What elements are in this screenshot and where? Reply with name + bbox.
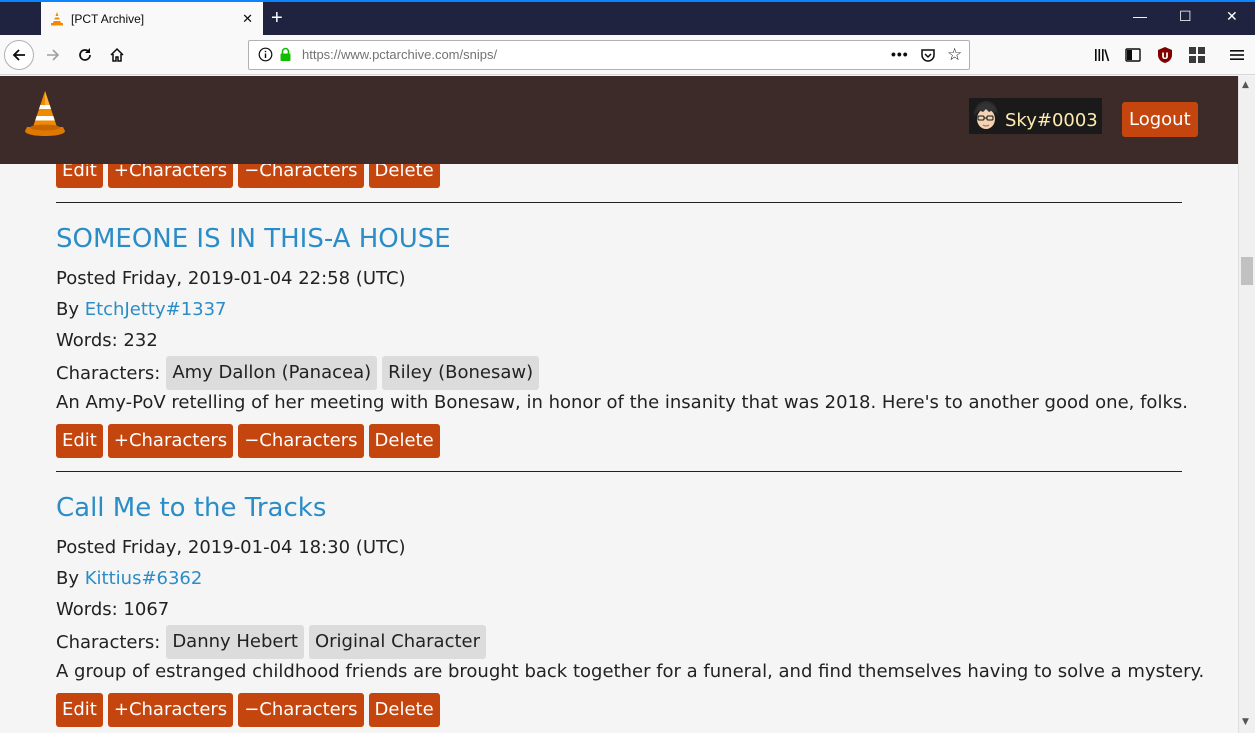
tab-title: [PCT Archive] (71, 11, 145, 26)
tab-close-icon[interactable]: ✕ (242, 11, 253, 27)
hamburger-menu-icon[interactable] (1228, 46, 1246, 64)
logout-button[interactable]: Logout (1122, 102, 1198, 137)
svg-text:U: U (1161, 52, 1168, 62)
characters-label: Characters: (56, 631, 161, 653)
remove-characters-button[interactable]: −Characters (238, 424, 364, 458)
snip-summary: A group of estranged childhood friends a… (56, 661, 1205, 682)
url-path: /snips/ (459, 47, 498, 62)
home-button[interactable] (102, 40, 132, 70)
snip-posted: Posted Friday, 2019-01-04 22:58 (UTC) (56, 268, 406, 289)
snip-title[interactable]: Call Me to the Tracks (56, 493, 326, 523)
site-header: Sky#0003 Logout (0, 76, 1238, 164)
snip-title[interactable]: SOMEONE IS IN THIS-A HOUSE (56, 224, 451, 254)
page-scrollbar[interactable]: ▲ ▼ (1238, 76, 1255, 733)
characters-label: Characters: (56, 362, 161, 384)
ublock-origin-icon[interactable]: U (1156, 46, 1174, 64)
snip-characters: Characters: Amy Dallon (Panacea) Riley (… (56, 356, 540, 390)
edit-button[interactable]: Edit (56, 424, 103, 458)
home-icon (110, 47, 124, 62)
add-characters-button[interactable]: +Characters (107, 424, 234, 458)
avatar (969, 98, 1002, 134)
by-label: By (56, 568, 85, 589)
snip-actions: Edit +Characters −Characters Delete (56, 693, 440, 727)
remove-characters-button[interactable]: −Characters (238, 164, 364, 188)
snip-words: Words: 1067 (56, 599, 170, 620)
snip-list: Edit +Characters −Characters Delete SOME… (0, 164, 1238, 733)
author-link[interactable]: Kittius#6362 (85, 568, 203, 589)
delete-button[interactable]: Delete (368, 693, 440, 727)
snip-actions-previous: Edit +Characters −Characters Delete (56, 164, 440, 188)
snip-actions: Edit +Characters −Characters Delete (56, 424, 440, 458)
bookmark-star-icon[interactable]: ☆ (947, 45, 962, 65)
window-maximize-button[interactable]: ☐ (1179, 8, 1192, 25)
scroll-thumb[interactable] (1241, 257, 1253, 285)
character-tag[interactable]: Amy Dallon (Panacea) (166, 356, 378, 390)
browser-tab-strip: [PCT Archive] ✕ + — ☐ ✕ (0, 0, 1255, 35)
sidebar-icon[interactable] (1124, 46, 1142, 64)
edit-button[interactable]: Edit (56, 164, 103, 188)
vlc-cone-logo-icon[interactable] (24, 89, 66, 137)
remove-characters-button[interactable]: −Characters (238, 693, 364, 727)
back-button[interactable] (4, 40, 34, 70)
address-bar[interactable]: https://www.pctarchive.com/snips/ ••• ☆ (248, 40, 970, 70)
url-text: https://www.pctarchive.com/snips/ (302, 47, 497, 62)
divider (56, 202, 1182, 203)
snip-summary: An Amy-PoV retelling of her meeting with… (56, 392, 1188, 413)
character-tag[interactable]: Original Character (308, 625, 486, 659)
forward-arrow-icon (47, 49, 60, 61)
window-close-button[interactable]: ✕ (1226, 8, 1238, 25)
url-host: https://www.pctarchive.com (302, 47, 460, 62)
scroll-down-arrow-icon[interactable]: ▼ (1242, 717, 1249, 727)
author-link[interactable]: EtchJetty#1337 (85, 299, 227, 320)
library-icon[interactable] (1093, 46, 1111, 64)
reload-icon (79, 48, 91, 61)
pocket-icon[interactable] (920, 47, 936, 63)
extensions-grid-icon[interactable] (1188, 46, 1206, 64)
edit-button[interactable]: Edit (56, 693, 103, 727)
page-actions-icon[interactable]: ••• (891, 46, 909, 62)
delete-button[interactable]: Delete (368, 164, 440, 188)
character-tag[interactable]: Riley (Bonesaw) (382, 356, 540, 390)
scroll-up-arrow-icon[interactable]: ▲ (1242, 80, 1249, 90)
snip-author-line: By Kittius#6362 (56, 568, 202, 589)
browser-tab-active[interactable]: [PCT Archive] ✕ (41, 2, 263, 35)
snip-words: Words: 232 (56, 330, 158, 351)
window-minimize-button[interactable]: — (1133, 8, 1147, 24)
reload-button[interactable] (70, 40, 100, 70)
snip-author-line: By EtchJetty#1337 (56, 299, 227, 320)
snip-posted: Posted Friday, 2019-01-04 18:30 (UTC) (56, 537, 406, 558)
site-info-icon[interactable] (258, 47, 273, 62)
new-tab-button[interactable]: + (271, 7, 283, 29)
add-characters-button[interactable]: +Characters (107, 693, 234, 727)
username: Sky#0003 (1005, 109, 1098, 131)
by-label: By (56, 299, 85, 320)
snip-characters: Characters: Danny Hebert Original Charac… (56, 625, 486, 659)
user-profile[interactable]: Sky#0003 (969, 98, 1102, 134)
browser-toolbar: https://www.pctarchive.com/snips/ ••• ☆ … (0, 35, 1255, 75)
secure-lock-icon (280, 47, 291, 61)
add-characters-button[interactable]: +Characters (107, 164, 234, 188)
divider (56, 471, 1182, 472)
vlc-cone-favicon-icon (51, 11, 63, 25)
character-tag[interactable]: Danny Hebert (166, 625, 304, 659)
delete-button[interactable]: Delete (368, 424, 440, 458)
back-arrow-icon (12, 49, 25, 61)
forward-button[interactable] (38, 40, 68, 70)
